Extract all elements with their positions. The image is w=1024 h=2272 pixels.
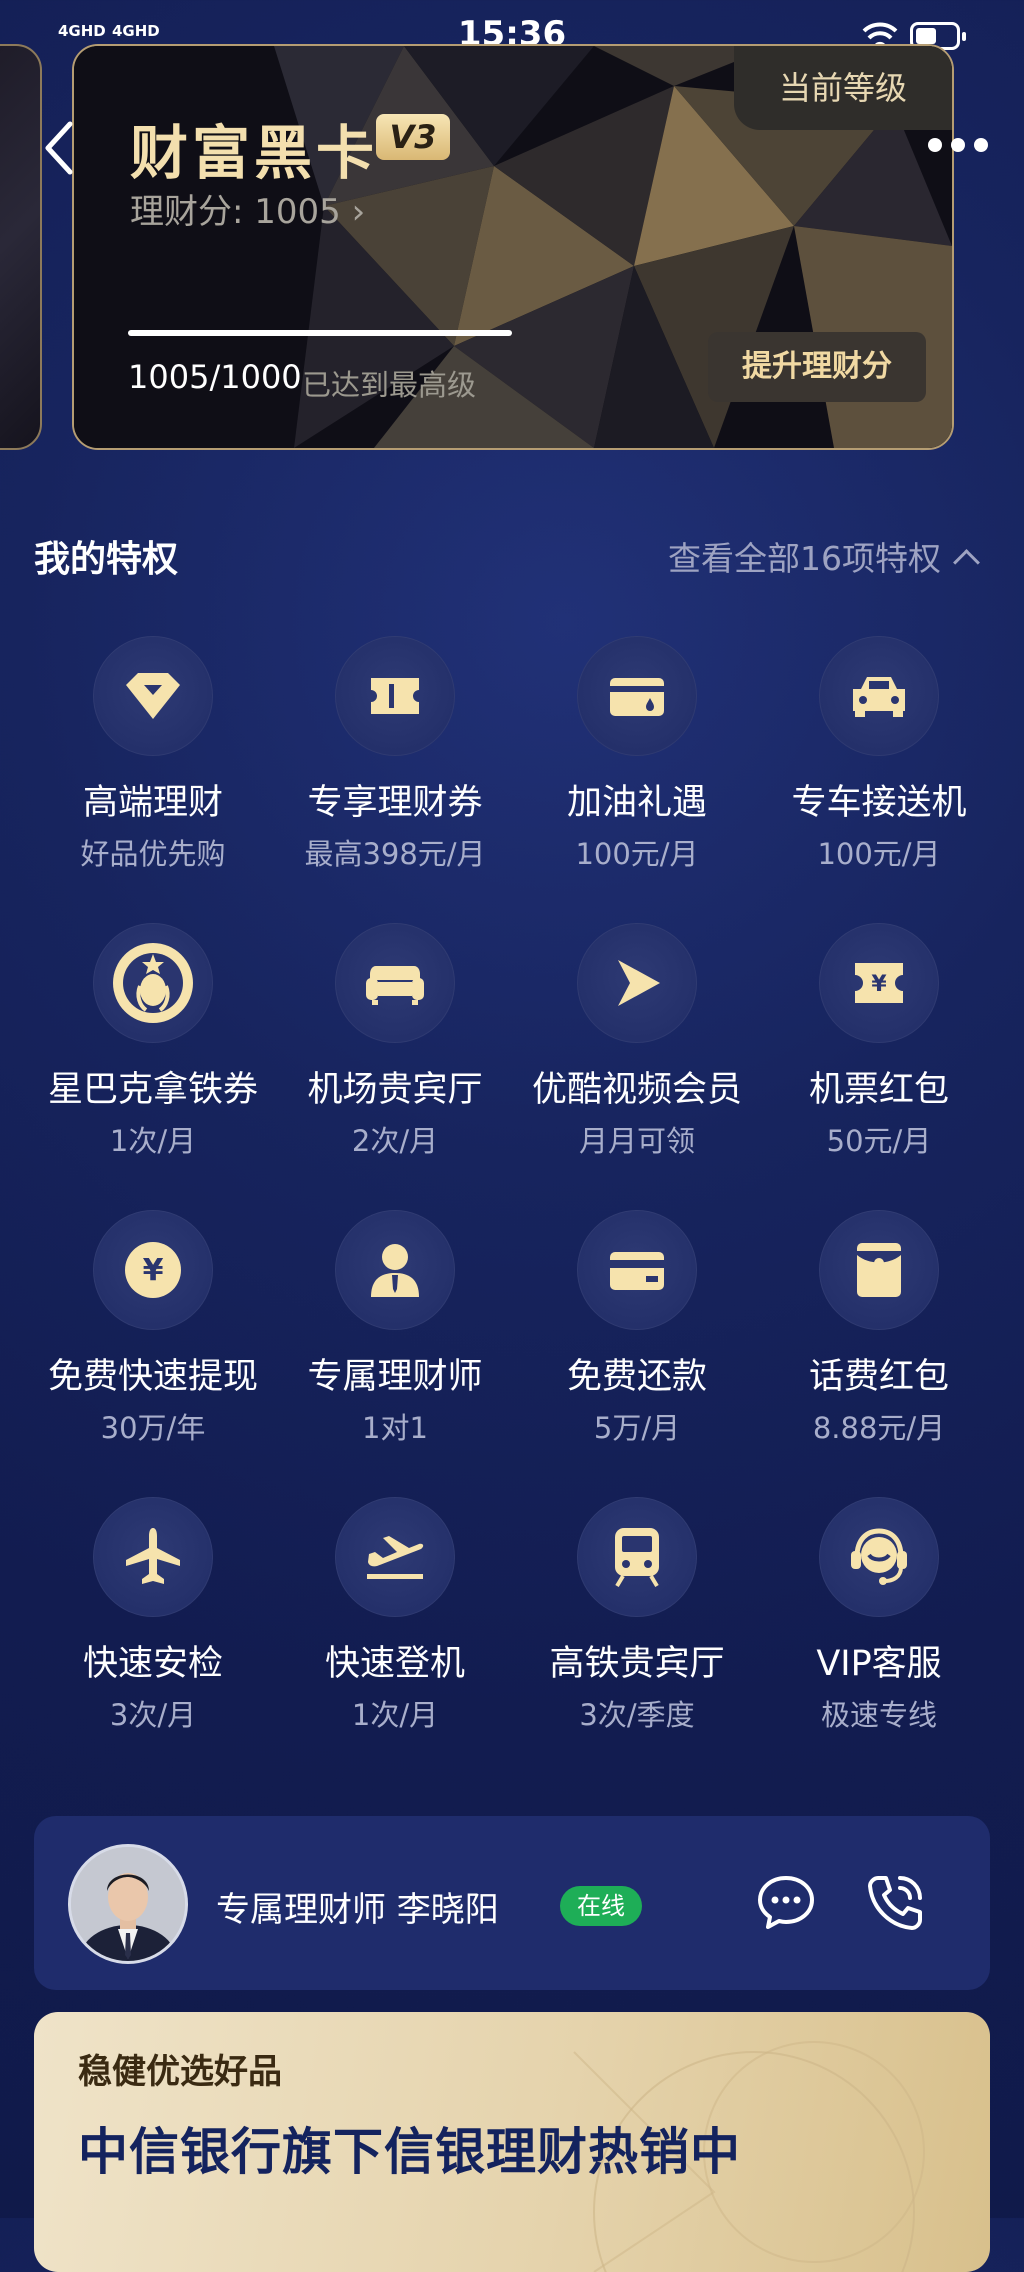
ticket-icon: ¥ [819,923,939,1043]
privilege-label: 专属理财师 [307,1357,483,1397]
privilege-label: 机场贵宾厅 [307,1070,483,1110]
play-icon [577,923,697,1043]
privilege-label: 机票红包 [808,1070,949,1110]
privilege-sub: 8.88元/月 [812,1411,946,1445]
promo-tag: 稳健优选好品 [78,2052,282,2092]
privilege-sub: 1次/月 [351,1698,439,1732]
privilege-item[interactable]: 优酷视频会员月月可领 [516,923,758,1160]
chat-icon[interactable] [756,1872,816,1932]
privileges-title: 我的特权 [34,539,179,580]
privilege-sub: 3次/月 [109,1698,197,1732]
privilege-label: 话费红包 [808,1357,949,1397]
car-icon [819,636,939,756]
view-all-privileges-link[interactable]: 查看全部16项特权 [668,532,980,580]
previous-level-card[interactable] [0,44,42,450]
current-level-tag: 当前等级 [734,46,952,130]
advisor-card[interactable]: 专属理财师 李晓阳 在线 [34,1816,990,1990]
online-status-badge: 在线 [560,1886,642,1926]
privilege-label: 星巴克拿铁券 [47,1070,258,1110]
phone-icon[interactable] [864,1872,926,1934]
airplane-icon [93,1497,213,1617]
privilege-item[interactable]: 加油礼遇 100元/月 [516,636,758,873]
privilege-sub: 100元/月 [817,837,941,871]
privilege-sub: 100元/月 [575,837,699,871]
privilege-sub: 好品优先购 [80,837,226,871]
privilege-item[interactable]: VIP客服极速专线 [758,1497,1000,1734]
advisor-name: 专属理财师 李晓阳 [216,1890,499,1930]
privilege-label: 加油礼遇 [566,783,707,823]
advisor-person-icon [335,1210,455,1330]
privilege-item[interactable]: ¥ 免费快速提现 30万/年 [32,1210,274,1447]
privilege-sub: 5万/月 [593,1411,681,1445]
privilege-label: 专享理财券 [307,783,483,823]
membership-card[interactable]: 财富黑卡 V3 理财分: 1005 › 当前等级 1005/1000 已达到最高… [72,44,954,450]
privilege-item[interactable]: ¥ 机票红包 50元/月 [758,923,1000,1160]
privilege-sub: 1次/月 [109,1124,197,1158]
card-title: 财富黑卡 [130,119,379,187]
progress-value: 1005/1000 [128,358,302,396]
privilege-sub: 3次/季度 [579,1698,695,1732]
privilege-label: 高铁贵宾厅 [549,1644,725,1684]
avatar [68,1844,188,1964]
privilege-sub: 1对1 [362,1411,428,1445]
privilege-item[interactable]: 机场贵宾厅 2次/月 [274,923,516,1160]
privilege-label: VIP客服 [816,1644,942,1684]
promo-banner[interactable]: 稳健优选好品 中信银行旗下信银理财热销中 [34,2012,990,2272]
privilege-label: 高端理财 [82,783,223,823]
privilege-item[interactable]: 高端理财 好品优先购 [32,636,274,873]
privilege-item[interactable]: 话费红包 8.88元/月 [758,1210,1000,1447]
red-packet-icon [819,1210,939,1330]
svg-text:¥: ¥ [143,1253,164,1288]
coupon-icon [335,636,455,756]
privilege-sub: 50元/月 [826,1124,932,1158]
privilege-label: 专车接送机 [791,783,967,823]
privilege-item[interactable]: 快速安检 3次/月 [32,1497,274,1734]
privilege-sub: 极速专线 [820,1698,937,1732]
yuan-coin-icon: ¥ [93,1210,213,1330]
promo-title: 中信银行旗下信银理财热销中 [78,2123,741,2181]
sofa-icon [335,923,455,1043]
starbucks-icon [93,923,213,1043]
privilege-sub: 月月可领 [578,1124,695,1158]
score-progress-fill [128,330,512,336]
privilege-item[interactable]: 专车接送机 100元/月 [758,636,1000,873]
headset-icon [819,1497,939,1617]
privilege-sub: 最高398元/月 [304,837,486,871]
fuel-card-icon [577,636,697,756]
score-progress-bar [128,330,512,336]
level-badge: V3 [376,114,450,160]
score-link[interactable]: 理财分: 1005 › [130,184,365,233]
privilege-label: 快速登机 [324,1644,465,1684]
upgrade-score-button[interactable]: 提升理财分 [708,332,926,402]
progress-note: 已达到最高级 [302,368,477,402]
departure-icon [335,1497,455,1617]
card-icon [577,1210,697,1330]
more-menu-icon[interactable] [928,138,992,156]
diamond-icon [93,636,213,756]
privilege-sub: 2次/月 [351,1124,439,1158]
privilege-item[interactable]: 专享理财券最高398元/月 [274,636,516,873]
back-icon[interactable] [40,118,78,178]
chevron-up-icon [953,549,980,576]
privilege-item[interactable]: 免费还款 5万/月 [516,1210,758,1447]
train-icon [577,1497,697,1617]
privilege-label: 优酷视频会员 [531,1070,742,1110]
privilege-label: 快速安检 [82,1644,223,1684]
privilege-sub: 30万/年 [100,1411,206,1445]
privilege-label: 免费快速提现 [47,1357,258,1397]
privilege-item[interactable]: 高铁贵宾厅 3次/季度 [516,1497,758,1734]
svg-text:¥: ¥ [871,972,887,997]
privilege-item[interactable]: 专属理财师 1对1 [274,1210,516,1447]
privilege-label: 免费还款 [566,1357,707,1397]
privilege-item[interactable]: 星巴克拿铁券 1次/月 [32,923,274,1160]
privilege-item[interactable]: 快速登机 1次/月 [274,1497,516,1734]
